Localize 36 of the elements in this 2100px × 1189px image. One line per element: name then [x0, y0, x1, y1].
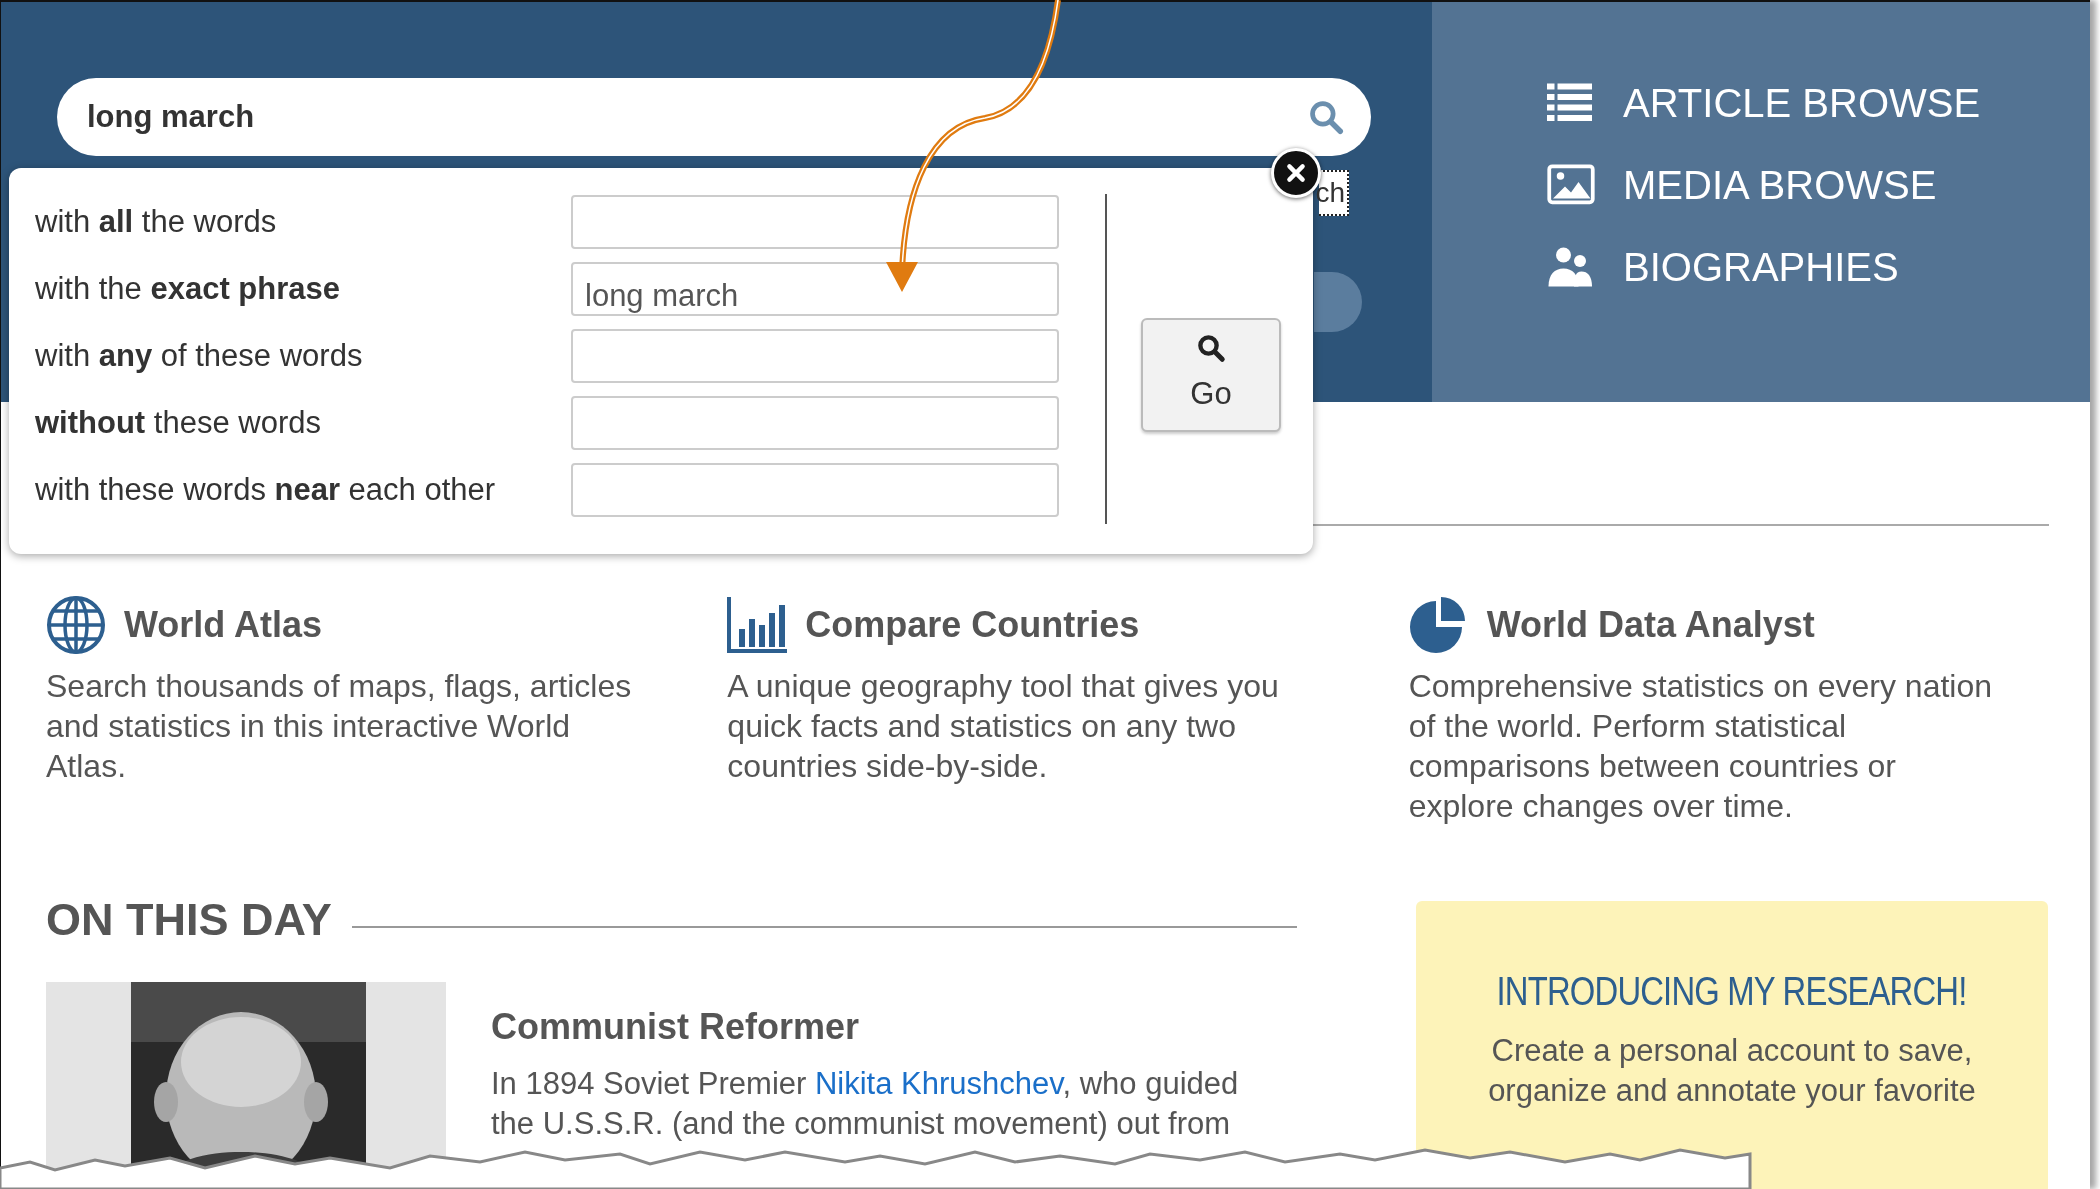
feature-link[interactable]: World Atlas [124, 598, 323, 652]
go-button[interactable]: Go [1141, 318, 1281, 432]
feature-description: A unique geography tool that gives you quick facts and statistics on any two countries side-by-side. [727, 667, 1280, 786]
feature-link[interactable]: World Data Analyst [1486, 598, 1815, 652]
feature-description: Search thousands of maps, flags, articles and statistics in this interactive World Atlas. [46, 667, 633, 786]
people-icon [1547, 246, 1595, 288]
field-label: with all the words [35, 202, 278, 241]
section-heading: ON THIS DAY [46, 893, 332, 947]
promo-title: INTRODUCING MY RESEARCH! [1497, 968, 1967, 1015]
toggle-pill[interactable] [1314, 272, 1362, 332]
close-icon [1285, 162, 1307, 184]
field-label: without these words [35, 403, 322, 442]
person-link[interactable]: Nikita Khrushchev [814, 1065, 1063, 1101]
text-input[interactable] [571, 329, 1059, 383]
article-text: In 1894 Soviet Premier Nikita Khrushchev, who guided the U.S.S.R. (and the communist movement) out from [491, 1064, 1240, 1143]
search-field[interactable]: long march [57, 78, 1371, 156]
globe-icon [46, 594, 108, 656]
search-icon [1196, 332, 1226, 363]
nav-link[interactable]: MEDIA BROWSE [1547, 164, 1937, 206]
text-input[interactable]: long march [571, 262, 1059, 316]
search-icon [1307, 98, 1345, 136]
field-label: with these words near each other [35, 470, 497, 509]
feature-description: Comprehensive statistics on every nation of the world. Perform statistical comparisons between countries or explore changes over time. [1408, 667, 1994, 826]
field-label: with the exact phrase [35, 269, 341, 308]
promo-text: Create a personal account to save, organize and annotate your favorite [1487, 1032, 1977, 1110]
feature-link[interactable]: Compare Countries [805, 598, 1140, 652]
list-icon [1547, 82, 1595, 124]
field-label: with any of these words [35, 336, 364, 375]
bar-chart-icon [727, 594, 790, 656]
article-title: Communist Reformer [491, 1004, 861, 1049]
text-input[interactable] [571, 396, 1059, 450]
text-input[interactable] [571, 463, 1059, 517]
image-icon [1547, 164, 1595, 206]
text-input[interactable] [571, 195, 1059, 249]
nav-link[interactable]: BIOGRAPHIES [1547, 246, 1899, 288]
nav-link[interactable]: ARTICLE BROWSE [1547, 82, 1981, 124]
